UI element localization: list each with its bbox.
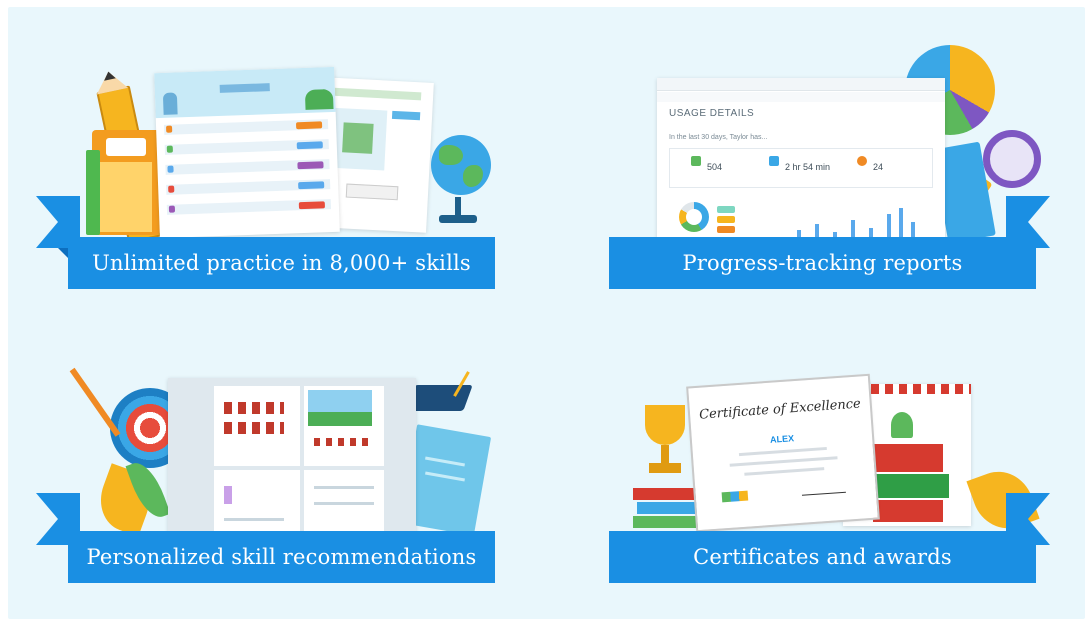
clipboard-icon [92, 130, 160, 235]
practice-worksheet [154, 66, 340, 239]
usage-report-panel: USAGE DETAILS In the last 30 days, Taylo… [657, 78, 945, 240]
feature-tile-certificates: Certificate of Excellence ALEX Certifica… [545, 310, 1089, 623]
trophy-icon [637, 405, 693, 495]
books-icon [633, 488, 703, 530]
feature-tile-recommendations: Personalized skill recommendations [0, 310, 545, 623]
feature-label-practice: Unlimited practice in 8,000+ skills [68, 237, 495, 289]
arrow-icon [69, 367, 121, 437]
report-title: USAGE DETAILS [669, 108, 755, 119]
certificate-name: ALEX [769, 433, 795, 445]
certificate-title: Certificate of Excellence [698, 396, 862, 423]
report-summary: In the last 30 days, Taylor has... [669, 134, 768, 141]
recommendation-panel [168, 378, 416, 553]
feature-tile-reports: USAGE DETAILS In the last 30 days, Taylo… [545, 0, 1089, 310]
feature-label-certificates: Certificates and awards [609, 531, 1036, 583]
feature-label-recommendations: Personalized skill recommendations [68, 531, 495, 583]
stat-skills: 24 [873, 162, 884, 172]
stat-time: 2 hr 54 min [785, 162, 831, 172]
globe-icon [425, 135, 495, 235]
certificate: Certificate of Excellence ALEX [686, 373, 880, 533]
feature-tile-practice: Unlimited practice in 8,000+ skills [0, 0, 545, 310]
feature-label-reports: Progress-tracking reports [609, 237, 1036, 289]
stat-questions: 504 [707, 162, 723, 172]
ixl-logo [721, 490, 749, 503]
